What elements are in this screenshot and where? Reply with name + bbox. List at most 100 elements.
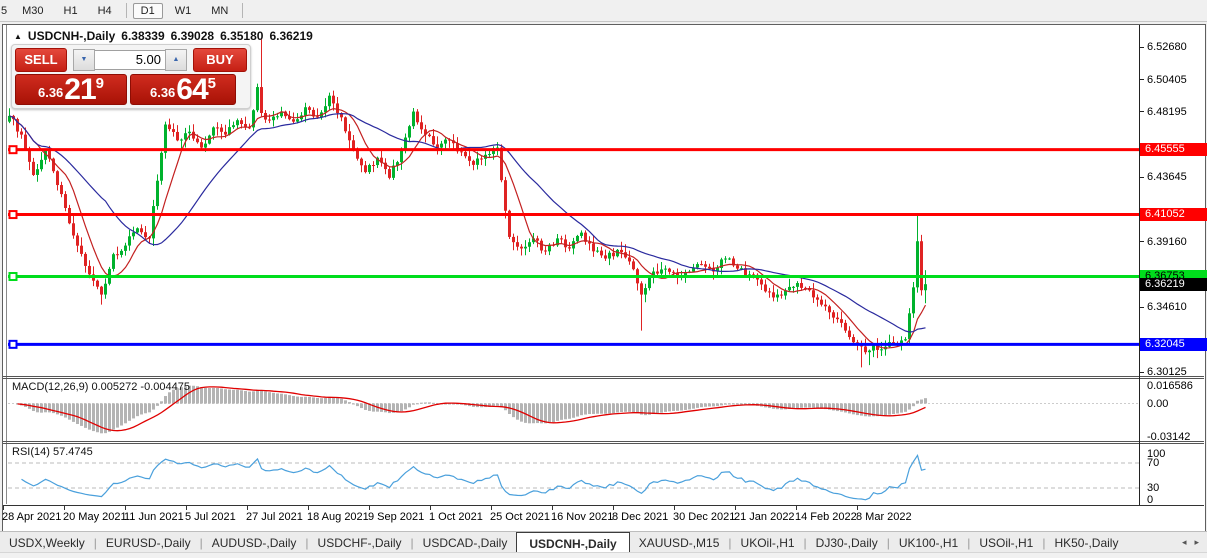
tab-eurusd-daily[interactable]: EURUSD-,Daily	[97, 534, 200, 552]
price-tick	[1140, 306, 1144, 308]
tab-audusd-daily[interactable]: AUDUSD-,Daily	[203, 534, 306, 552]
tab-usdcnh-daily[interactable]: USDCNH-,Daily	[516, 532, 630, 553]
tab-scroll-arrows: ◂ ▸	[1182, 537, 1199, 548]
moving-average-fast	[9, 107, 927, 349]
tab-usdchf-daily[interactable]: USDCHF-,Daily	[309, 534, 411, 552]
collapse-triangle-icon[interactable]: ▲	[14, 32, 22, 41]
sell-price-big: 21	[64, 73, 96, 106]
tab-hk50-daily[interactable]: HK50-,Daily	[1045, 534, 1127, 552]
level-price-label: 6.41052	[1140, 208, 1207, 222]
timeframe-button-d1[interactable]: D1	[132, 2, 163, 19]
timeframe-toolbar: 5 M30 H1 H4 D1 W1 MN	[0, 0, 1207, 22]
ohlc-low: 6.35180	[220, 29, 264, 43]
date-label: 8 Mar 2022	[856, 511, 912, 523]
level-price-label: 6.45555	[1140, 143, 1207, 157]
date-label: 21 Jan 2022	[734, 511, 795, 523]
toolbar-separator	[125, 3, 127, 18]
date-tick	[247, 506, 248, 510]
level-line-handle[interactable]	[8, 272, 18, 282]
chart-window-inner-border	[6, 25, 7, 504]
price-tick	[1140, 79, 1144, 81]
tab-ukoil-h1[interactable]: UKOil-,H1	[732, 534, 804, 552]
price-tick-label: 6.30125	[1147, 366, 1187, 379]
buy-price-prefix: 6.36	[149, 85, 176, 100]
date-tick	[857, 506, 858, 510]
level-line-handle[interactable]	[8, 339, 18, 349]
date-axis-line	[3, 505, 1204, 506]
timeframe-button-w1[interactable]: W1	[167, 3, 200, 19]
level-line-handle[interactable]	[8, 145, 18, 155]
buy-price-panel[interactable]: 6.36 64 5	[130, 74, 236, 105]
chart-tab-bar: USDX,Weekly | EURUSD-,Daily | AUDUSD-,Daily |…	[0, 531, 1207, 553]
timeframe-button-h1[interactable]: H1	[56, 3, 86, 19]
date-tick	[674, 506, 675, 510]
timeframe-button-5[interactable]: 5	[0, 3, 12, 19]
macd-axis-label: 0.00	[1147, 397, 1169, 410]
date-label: 30 Dec 2021	[673, 511, 736, 523]
rsi-axis-label: 0	[1147, 494, 1154, 506]
rsi-panel-separator[interactable]	[3, 441, 1204, 442]
tab-usdx-weekly[interactable]: USDX,Weekly	[0, 534, 94, 552]
tabs-scroll-left-icon[interactable]: ◂	[1182, 537, 1187, 548]
ohlc-close: 6.36219	[269, 29, 313, 43]
date-label: 28 Apr 2021	[2, 511, 62, 523]
volume-decrease-button[interactable]: ▼	[73, 48, 95, 71]
price-axis-line	[1139, 25, 1140, 505]
date-label: 1 Oct 2021	[429, 511, 483, 523]
date-tick	[735, 506, 736, 510]
rsi-axis-label: 30	[1147, 482, 1160, 494]
sell-price-panel[interactable]: 6.36 21 9	[15, 74, 127, 105]
timeframe-button-m30[interactable]: M30	[14, 3, 51, 19]
level-price-label: 6.32045	[1140, 337, 1207, 351]
price-tick-label: 6.39160	[1147, 235, 1187, 248]
price-tick-label: 6.34610	[1147, 301, 1187, 314]
moving-average-slow	[9, 112, 926, 333]
tab-uk100-h1[interactable]: UK100-,H1	[890, 534, 967, 552]
date-tick	[613, 506, 614, 510]
tab-usoil-h1[interactable]: USOil-,H1	[970, 534, 1042, 552]
timeframe-button-h4[interactable]: H4	[90, 3, 120, 19]
date-label: 27 Jul 2021	[246, 511, 303, 523]
date-tick	[308, 506, 309, 510]
level-line-handle[interactable]	[8, 210, 18, 220]
date-label: 11 Jun 2021	[124, 511, 184, 523]
tab-dj30-daily[interactable]: DJ30-,Daily	[807, 534, 887, 552]
volume-input[interactable]	[95, 49, 165, 70]
date-tick	[369, 506, 370, 510]
macd-indicator-label: MACD(12,26,9) 0.005272 -0.004475	[12, 381, 190, 393]
volume-increase-button[interactable]: ▲	[165, 48, 187, 71]
price-tick	[1140, 176, 1144, 178]
macd-panel-separator[interactable]	[3, 376, 1204, 377]
rsi-plot[interactable]	[8, 444, 1139, 505]
current-price-label: 6.36219	[1140, 277, 1207, 291]
price-tick-label: 6.43645	[1147, 171, 1187, 184]
price-tick	[1140, 371, 1144, 373]
date-label: 16 Nov 2021	[551, 511, 614, 523]
one-click-trading-widget: SELL ▼ ▲ BUY 6.36 21 9 6.36 64 5	[11, 44, 251, 109]
buy-button[interactable]: BUY	[193, 47, 247, 72]
mt4-workspace: 5 M30 H1 H4 D1 W1 MN ▲ USDCNH-,Daily 6.38339 6…	[0, 0, 1207, 558]
price-tick	[1140, 111, 1144, 113]
chart-title-bar: ▲ USDCNH-,Daily 6.38339 6.39028 6.35180 …	[14, 29, 319, 43]
buy-price-big: 64	[176, 73, 208, 106]
macd-axis-label: -0.03142	[1147, 430, 1191, 443]
price-tick	[1140, 241, 1144, 243]
tab-usdcad-daily[interactable]: USDCAD-,Daily	[414, 534, 517, 552]
ohlc-open: 6.38339	[121, 29, 165, 43]
date-label: 20 May 2021	[63, 511, 127, 523]
sell-price-prefix: 6.36	[37, 85, 64, 100]
date-label: 25 Oct 2021	[490, 511, 550, 523]
price-tick-label: 6.52680	[1147, 41, 1187, 53]
date-tick	[186, 506, 187, 510]
toolbar-separator	[242, 3, 244, 18]
timeframe-button-mn[interactable]: MN	[203, 3, 236, 19]
date-tick	[3, 506, 4, 510]
tab-xauusd-m15[interactable]: XAUUSD-,M15	[630, 534, 729, 552]
sell-button[interactable]: SELL	[15, 47, 67, 72]
tabs-scroll-right-icon[interactable]: ▸	[1194, 537, 1199, 548]
date-label: 9 Sep 2021	[368, 511, 425, 523]
bottom-strip	[0, 552, 1207, 558]
date-label: 5 Jul 2021	[185, 511, 236, 523]
price-tick-label: 6.48195	[1147, 105, 1187, 118]
date-label: 18 Aug 2021	[307, 511, 369, 523]
